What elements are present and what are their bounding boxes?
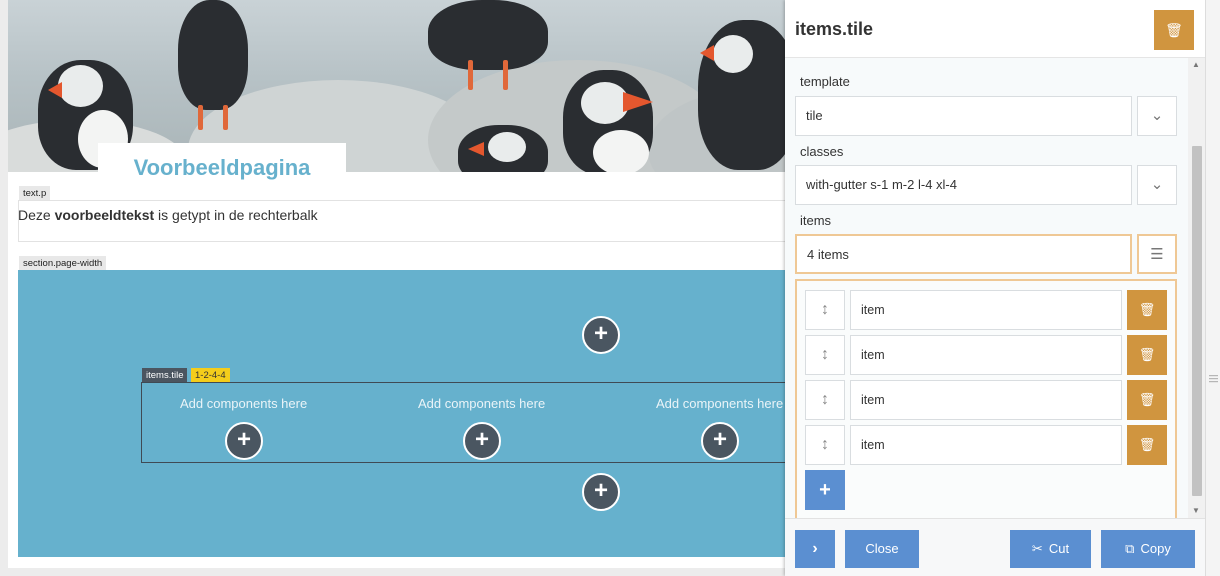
add-components-label: Add components here (418, 396, 546, 411)
template-field[interactable]: tile (795, 96, 1132, 136)
add-item-button[interactable]: + (805, 470, 845, 510)
tile-variant-badge[interactable]: 1-2-4-4 (191, 368, 230, 383)
panel-footer: › Close ✂ Cut ⧉ Copy (785, 518, 1205, 576)
list-icon: ☰ (1150, 246, 1164, 263)
template-dropdown-button[interactable]: ⌄ (1137, 96, 1177, 136)
item-field[interactable]: item (850, 290, 1122, 330)
copy-button[interactable]: ⧉ Copy (1101, 530, 1195, 568)
template-label: template (800, 74, 850, 89)
classes-field[interactable]: with-gutter s-1 m-2 l-4 xl-4 (795, 165, 1132, 205)
copy-label: Copy (1140, 541, 1171, 556)
trash-icon: 🗑 (1165, 22, 1183, 38)
close-button[interactable]: Close (845, 530, 919, 568)
classes-dropdown-button[interactable]: ⌄ (1137, 165, 1177, 205)
panel-title: items.tile (795, 19, 874, 39)
text-prefix: Deze (18, 207, 55, 223)
trash-icon: 🗑 (1138, 302, 1156, 317)
drag-handle[interactable]: ↕ (805, 290, 845, 330)
drag-handle[interactable]: ↕ (805, 425, 845, 465)
item-field[interactable]: item (850, 425, 1122, 465)
drag-handle[interactable]: ↕ (805, 335, 845, 375)
item-field[interactable]: item (850, 335, 1122, 375)
text-bold: voorbeeldtekst (54, 207, 155, 223)
panel-header: items.tile 🗑 (785, 0, 1205, 58)
text-content[interactable]: Deze voorbeeldtekst is getypt in de rech… (18, 207, 318, 223)
classes-label: classes (800, 144, 844, 159)
copy-icon: ⧉ (1125, 541, 1135, 556)
delete-component-button[interactable]: 🗑 (1154, 10, 1194, 50)
properties-panel: items.tile 🗑 template tile ⌄ classes wit… (785, 0, 1205, 576)
text-suffix: is getypt in de rechterbalk (154, 207, 318, 223)
scroll-thumb[interactable] (1192, 146, 1202, 496)
add-component-top-button[interactable]: + (582, 316, 620, 354)
chevron-down-icon: ⌄ (1150, 107, 1164, 124)
cut-button[interactable]: ✂ Cut (1010, 530, 1091, 568)
chevron-down-icon: ⌄ (1150, 176, 1164, 193)
add-component-button[interactable]: + (701, 422, 739, 460)
vertical-arrows-icon: ↕ (821, 301, 829, 318)
panel-scrollbar[interactable]: ▲ ▼ (1188, 58, 1205, 518)
items-tile-tag[interactable]: items.tile (142, 368, 188, 383)
page-title: Voorbeeldpagina (133, 155, 311, 180)
add-components-label: Add components here (656, 396, 784, 411)
trash-icon: 🗑 (1138, 437, 1156, 452)
vertical-arrows-icon: ↕ (821, 436, 829, 453)
delete-item-button[interactable]: 🗑 (1127, 335, 1167, 375)
page-title-box: Voorbeeldpagina (98, 143, 346, 180)
add-component-button[interactable]: + (225, 422, 263, 460)
text-p-tag[interactable]: text.p (19, 186, 51, 201)
add-components-label: Add components here (180, 396, 308, 411)
trash-icon: 🗑 (1138, 392, 1156, 407)
items-field[interactable]: 4 items (795, 234, 1132, 274)
vertical-arrows-icon: ↕ (821, 346, 829, 363)
add-component-button[interactable]: + (463, 422, 501, 460)
expand-panel-button[interactable]: › (795, 530, 835, 568)
drag-handle[interactable]: ↕ (805, 380, 845, 420)
item-field[interactable]: item (850, 380, 1122, 420)
trash-icon: 🗑 (1138, 347, 1156, 362)
scroll-grip-icon[interactable]: — — — (1209, 371, 1218, 386)
delete-item-button[interactable]: 🗑 (1127, 290, 1167, 330)
delete-item-button[interactable]: 🗑 (1127, 425, 1167, 465)
section-page-width-tag[interactable]: section.page-width (19, 256, 107, 271)
items-label: items (800, 213, 832, 228)
vertical-arrows-icon: ↕ (821, 391, 829, 408)
cut-label: Cut (1048, 541, 1070, 556)
scroll-up-icon[interactable]: ▲ (1192, 60, 1200, 69)
scroll-down-icon[interactable]: ▼ (1192, 506, 1200, 515)
page-scrollbar[interactable]: — — — (1205, 0, 1220, 576)
scissors-icon: ✂ (1031, 541, 1043, 556)
delete-item-button[interactable]: 🗑 (1127, 380, 1167, 420)
add-component-bottom-button[interactable]: + (582, 473, 620, 511)
items-list-toggle-button[interactable]: ☰ (1137, 234, 1177, 274)
